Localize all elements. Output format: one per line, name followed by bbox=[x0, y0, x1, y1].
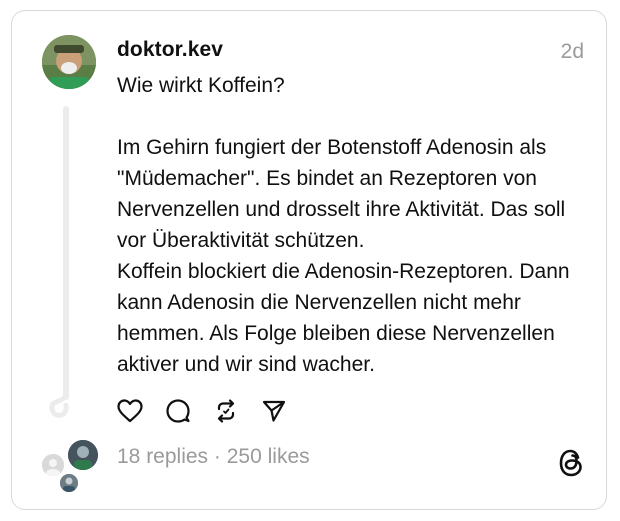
post-line: Koffein blockiert die Adenosin-Rezeptore… bbox=[117, 260, 570, 376]
post-line: Im Gehirn fungiert der Botenstoff Adenos… bbox=[117, 136, 566, 252]
thread-line bbox=[63, 106, 69, 400]
post-stats: 18 replies · 250 likes bbox=[117, 445, 310, 469]
post-line: Wie wirkt Koffein? bbox=[117, 74, 285, 97]
replier-avatar-image bbox=[60, 474, 78, 492]
replies-count[interactable]: 18 replies bbox=[117, 445, 208, 468]
like-button[interactable] bbox=[117, 398, 143, 424]
comment-icon bbox=[166, 399, 190, 423]
author-username[interactable]: doktor.kev bbox=[117, 38, 223, 62]
post-body: Wie wirkt Koffein? Im Gehirn fungiert de… bbox=[117, 70, 592, 380]
repost-icon bbox=[217, 399, 235, 423]
post-timestamp[interactable]: 2d bbox=[561, 40, 584, 64]
replier-avatar bbox=[68, 440, 98, 470]
threads-logo-icon[interactable] bbox=[557, 447, 585, 479]
send-icon bbox=[262, 400, 286, 422]
thread-curl bbox=[49, 393, 69, 418]
reply-button[interactable] bbox=[165, 398, 191, 424]
avatar-image bbox=[42, 35, 96, 89]
heart-icon bbox=[117, 399, 143, 423]
likes-count[interactable]: 250 likes bbox=[227, 445, 310, 468]
share-button[interactable] bbox=[261, 398, 287, 424]
repost-button[interactable] bbox=[213, 398, 239, 424]
replier-avatar-image bbox=[68, 440, 98, 470]
replier-avatar bbox=[40, 452, 66, 478]
default-avatar-icon bbox=[42, 454, 64, 476]
action-bar bbox=[117, 398, 287, 424]
post-line-blank bbox=[117, 101, 592, 132]
replier-avatar bbox=[60, 474, 78, 492]
author-avatar[interactable] bbox=[42, 35, 96, 89]
stats-separator: · bbox=[208, 445, 227, 468]
